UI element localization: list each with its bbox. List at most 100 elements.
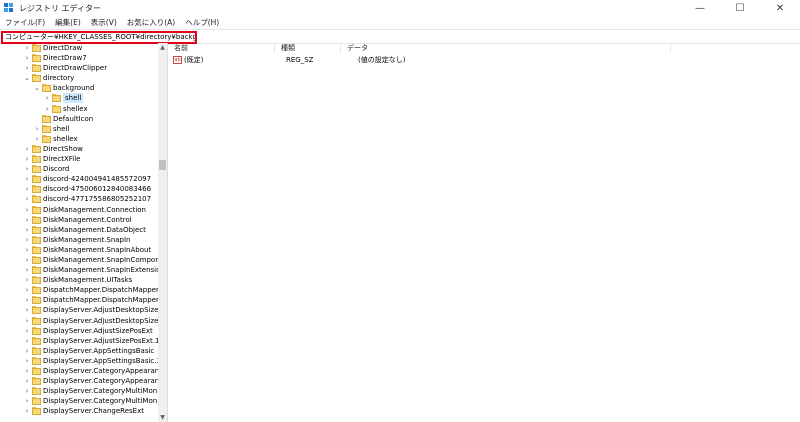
tree-item[interactable]: › DirectDrawClipper xyxy=(0,63,157,73)
tree-item[interactable]: › DisplayServer.AdjustSizePosExt xyxy=(0,326,157,336)
tree-item[interactable]: › DiskManagement.SnapInExtension xyxy=(0,265,165,275)
chevron-right-icon[interactable]: › xyxy=(24,164,30,174)
tree-item[interactable]: › shellex xyxy=(0,104,157,114)
chevron-right-icon[interactable]: › xyxy=(24,194,30,204)
tree-item[interactable]: › DisplayServer.AdjustDesktopSizePos xyxy=(0,305,167,315)
chevron-right-icon[interactable]: › xyxy=(24,386,30,396)
chevron-right-icon[interactable]: › xyxy=(24,376,30,386)
chevron-right-icon[interactable]: › xyxy=(44,93,50,103)
tree-item[interactable]: › discord-475006012840083466 xyxy=(0,184,157,194)
tree-item[interactable]: › DiskManagement.DataObject xyxy=(0,225,157,235)
chevron-right-icon[interactable]: › xyxy=(24,184,30,194)
tree-item[interactable]: › DirectDraw7 xyxy=(0,53,157,63)
tree-item[interactable]: › DispatchMapper.DispatchMapper.1 xyxy=(0,295,165,305)
tree-item[interactable]: › DisplayServer.AdjustDesktopSizePos.1 xyxy=(0,316,167,326)
chevron-right-icon[interactable]: › xyxy=(24,144,30,154)
scroll-up-icon[interactable]: ▲ xyxy=(158,43,167,52)
chevron-right-icon[interactable]: › xyxy=(24,305,30,315)
title-bar[interactable]: レジストリ エディター — ☐ ✕ xyxy=(0,0,800,16)
tree-item[interactable]: › DirectXFile xyxy=(0,154,157,164)
tree-item[interactable]: › discord-424004941485572097 xyxy=(0,174,157,184)
tree-item[interactable]: › shell xyxy=(0,124,157,134)
tree-item[interactable]: › discord-477175586805252107 xyxy=(0,194,157,204)
tree-item[interactable]: › DiskManagement.Connection xyxy=(0,205,157,215)
chevron-right-icon[interactable]: › xyxy=(24,205,30,215)
folder-icon xyxy=(32,316,41,325)
chevron-right-icon[interactable]: › xyxy=(24,275,30,285)
chevron-right-icon[interactable]: › xyxy=(24,43,30,53)
chevron-right-icon[interactable]: › xyxy=(24,154,30,164)
menu-help[interactable]: ヘルプ(H) xyxy=(180,17,224,28)
chevron-right-icon[interactable]: › xyxy=(24,53,30,63)
chevron-right-icon[interactable]: › xyxy=(24,255,30,265)
chevron-right-icon[interactable]: › xyxy=(24,356,30,366)
tree-item[interactable]: › DisplayServer.AppSettingsBasic.1 xyxy=(0,356,161,366)
tree-item[interactable]: ⌄ directory xyxy=(0,73,157,83)
tree-scrollbar[interactable]: ▲ ▼ xyxy=(158,43,167,422)
column-name[interactable]: 名前 xyxy=(168,43,275,53)
column-data[interactable]: データ xyxy=(341,43,671,53)
chevron-right-icon[interactable]: › xyxy=(24,406,30,416)
chevron-right-icon[interactable]: › xyxy=(24,326,30,336)
tree-item[interactable]: › DisplayServer.AdjustSizePosExt.1 xyxy=(0,336,159,346)
chevron-right-icon[interactable]: › xyxy=(24,285,30,295)
tree-item[interactable]: › DisplayServer.ChangeResExt xyxy=(0,406,157,416)
tree-item[interactable]: › DirectShow xyxy=(0,144,157,154)
tree-item[interactable]: ⌄ background xyxy=(0,83,157,93)
chevron-right-icon[interactable]: › xyxy=(44,104,50,114)
chevron-right-icon[interactable]: › xyxy=(24,336,30,346)
chevron-right-icon[interactable]: › xyxy=(24,225,30,235)
chevron-right-icon[interactable]: › xyxy=(24,245,30,255)
tree-item[interactable]: › DirectDraw xyxy=(0,43,157,53)
scroll-down-icon[interactable]: ▼ xyxy=(158,413,167,422)
chevron-right-icon[interactable]: › xyxy=(24,215,30,225)
tree-item[interactable]: › DiskManagement.UITasks xyxy=(0,275,157,285)
menu-file[interactable]: ファイル(F) xyxy=(0,17,50,28)
chevron-down-icon[interactable]: ⌄ xyxy=(34,83,40,93)
menu-view[interactable]: 表示(V) xyxy=(86,17,122,28)
tree-item[interactable]: › DisplayServer.CategoryMultiMon xyxy=(0,386,157,396)
tree-item-label: Discord xyxy=(43,165,70,174)
folder-icon xyxy=(32,326,41,335)
tree-item[interactable]: › Discord xyxy=(0,164,157,174)
tree-item[interactable]: › DiskManagement.SnapIn xyxy=(0,235,157,245)
tree-item[interactable]: › DisplayServer.CategoryAppearance xyxy=(0,366,167,376)
folder-icon xyxy=(32,397,41,406)
value-row[interactable]: ab (既定) REG_SZ (値の設定なし) xyxy=(168,55,800,65)
folder-icon xyxy=(32,44,41,52)
tree-item[interactable]: › DisplayServer.AppSettingsBasic xyxy=(0,346,157,356)
tree-item[interactable]: › DiskManagement.SnapInComponent xyxy=(0,255,167,265)
tree-item[interactable]: › DisplayServer.CategoryMultiMon.1 xyxy=(0,396,164,406)
tree-item-label: DisplayServer.AppSettingsBasic.1 xyxy=(43,356,161,365)
menu-favorites[interactable]: お気に入り(A) xyxy=(122,17,180,28)
tree-item[interactable]: › shellex xyxy=(0,134,157,144)
tree-item-label: shellex xyxy=(63,104,88,113)
tree-item[interactable]: › DisplayServer.CategoryAppearance.1 xyxy=(0,376,167,386)
tree-item-label: DisplayServer.ChangeResExt xyxy=(43,407,144,416)
value-type: REG_SZ xyxy=(286,56,314,64)
chevron-right-icon[interactable]: › xyxy=(24,295,30,305)
menu-edit[interactable]: 編集(E) xyxy=(50,17,86,28)
chevron-down-icon[interactable]: ⌄ xyxy=(24,73,30,83)
chevron-right-icon[interactable]: › xyxy=(24,396,30,406)
maximize-button[interactable]: ☐ xyxy=(720,0,760,16)
chevron-right-icon[interactable]: › xyxy=(24,366,30,376)
tree-item[interactable]: › DiskManagement.Control xyxy=(0,215,157,225)
tree-item-label: DirectDrawClipper xyxy=(43,64,108,73)
close-button[interactable]: ✕ xyxy=(760,0,800,16)
chevron-right-icon[interactable]: › xyxy=(24,265,30,275)
chevron-right-icon[interactable]: › xyxy=(24,346,30,356)
chevron-right-icon[interactable]: › xyxy=(24,316,30,326)
tree-item[interactable]: › DiskManagement.SnapInAbout xyxy=(0,245,157,255)
tree-item[interactable]: DefaultIcon xyxy=(0,114,157,124)
chevron-right-icon[interactable]: › xyxy=(34,124,40,134)
chevron-right-icon[interactable]: › xyxy=(24,63,30,73)
chevron-right-icon[interactable]: › xyxy=(24,235,30,245)
minimize-button[interactable]: — xyxy=(680,0,720,16)
chevron-right-icon[interactable]: › xyxy=(34,134,40,144)
tree-item[interactable]: › DispatchMapper.DispatchMapper xyxy=(0,285,159,295)
chevron-right-icon[interactable]: › xyxy=(24,174,30,184)
tree-item[interactable]: › shell xyxy=(0,93,157,104)
scroll-thumb[interactable] xyxy=(159,160,166,170)
column-type[interactable]: 種類 xyxy=(275,43,341,53)
